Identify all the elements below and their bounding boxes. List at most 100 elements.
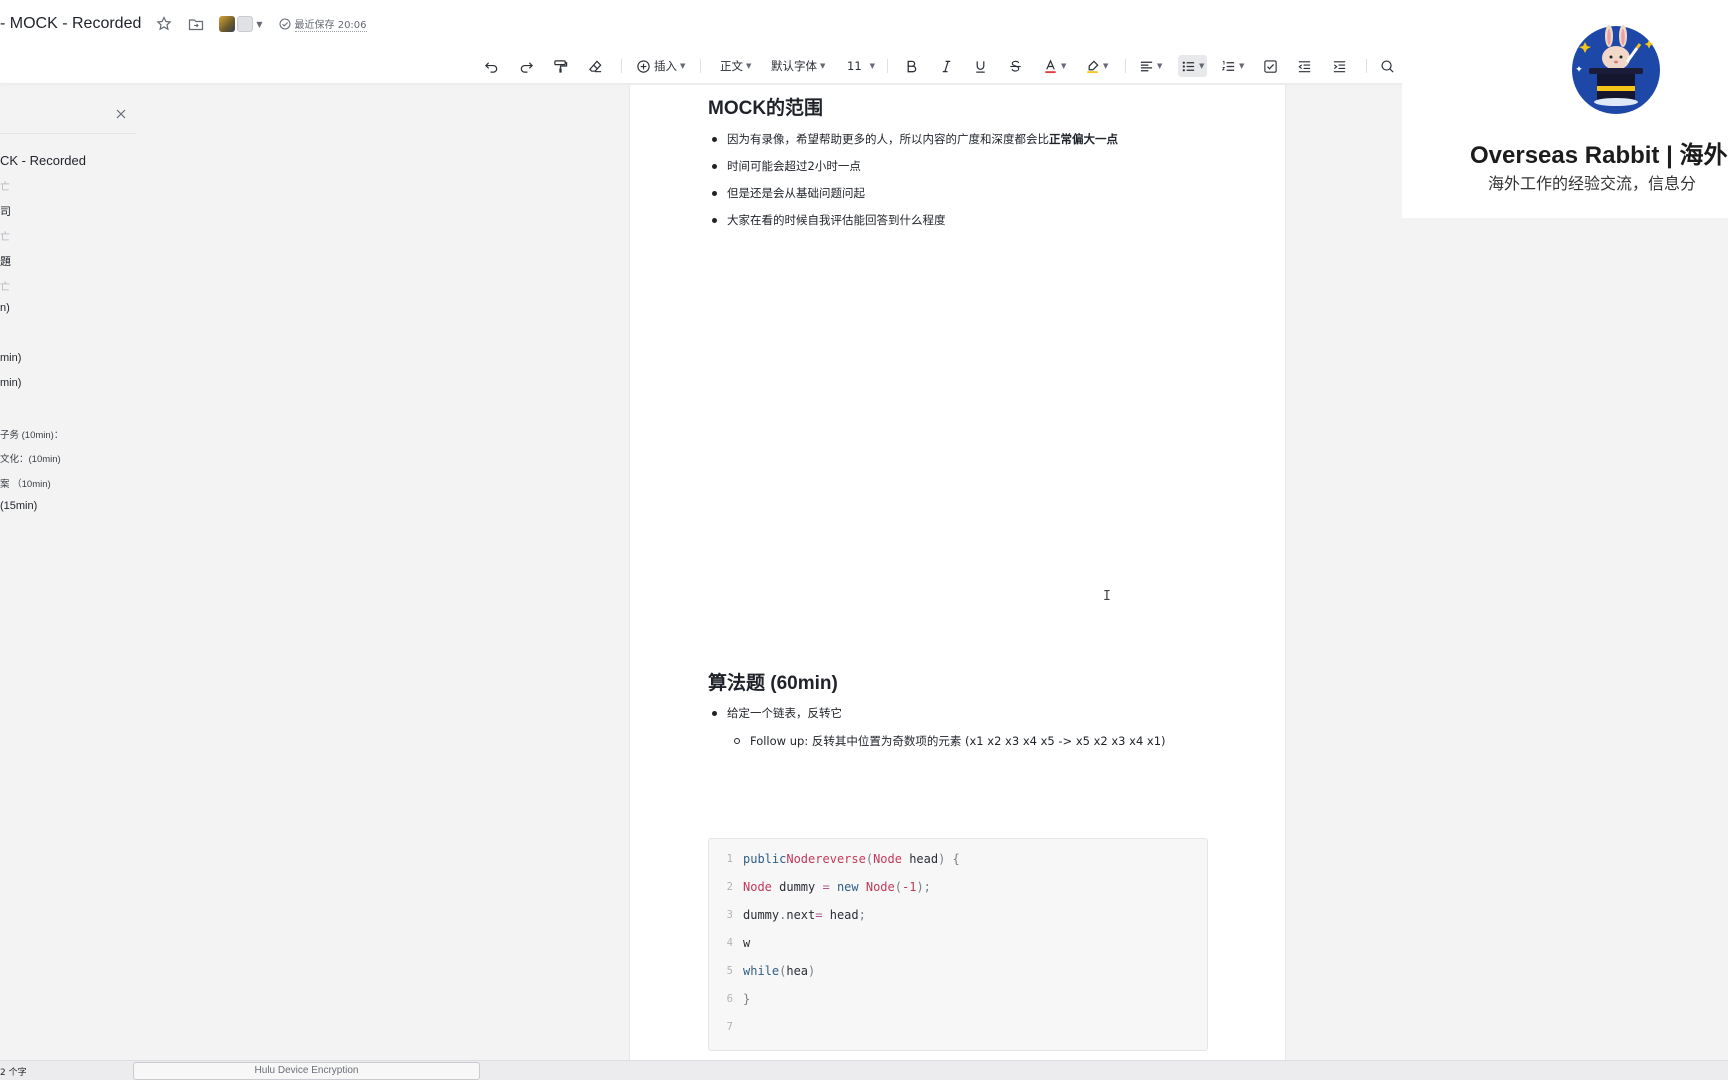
highlight-button[interactable]: ▼: [1085, 48, 1108, 84]
outdent-button[interactable]: [1297, 48, 1312, 84]
code-line: 3 dummy. next = head;: [709, 905, 866, 925]
code-token: next: [786, 908, 816, 922]
chevron-down-icon: ▼: [869, 62, 876, 70]
document-outline-panel: CK - Recorded 亡 司 亡 題 亡 n) min) min) 子务 …: [0, 85, 136, 1060]
code-token: );: [916, 880, 931, 894]
align-button[interactable]: ▼: [1139, 48, 1162, 84]
chevron-down-icon: ▼: [1239, 62, 1245, 70]
outline-item-title[interactable]: CK - Recorded: [0, 153, 86, 168]
outline-item[interactable]: 題: [0, 253, 11, 269]
document-header: - MOCK - Recorded ▼ 最近保存 20:06: [0, 0, 1402, 48]
document-title[interactable]: - MOCK - Recorded: [0, 15, 141, 33]
strikethrough-button[interactable]: [1008, 48, 1023, 84]
redo-button[interactable]: [519, 48, 534, 84]
redo-icon: [520, 61, 533, 73]
underline-button[interactable]: [973, 48, 988, 84]
collaborator-avatar-placeholder[interactable]: [237, 16, 254, 32]
code-token: =: [815, 908, 823, 922]
outline-item[interactable]: (15min): [0, 500, 37, 512]
close-icon[interactable]: [114, 107, 128, 121]
check-circle-icon: [279, 18, 291, 30]
insert-menu-button[interactable]: 插入 ▼: [636, 48, 685, 84]
code-token: hea: [786, 964, 809, 978]
code-token: head: [901, 852, 939, 866]
document-page[interactable]: MOCK的范围 因为有录像，希望帮助更多的人，所以内容的广度和深度都会比 正常偏大…: [629, 85, 1286, 1060]
outline-item[interactable]: 文化：(10min): [0, 451, 61, 465]
code-line: 6}: [709, 989, 751, 1009]
list-item: 时间可能会超过2小时一点: [708, 158, 861, 174]
list-item-text: 但是还是会从基础问题问起: [727, 186, 865, 200]
bold-button[interactable]: [904, 48, 919, 84]
chevron-down-icon: ▼: [746, 62, 752, 70]
channel-title: Overseas Rabbit | 海外: [1470, 142, 1728, 169]
bold-icon: [907, 60, 917, 72]
indent-icon: [1333, 60, 1346, 72]
align-left-icon: [1140, 61, 1153, 71]
taskbar-item-device-encryption[interactable]: Hulu Device Encryption: [133, 1062, 480, 1080]
outline-item[interactable]: 亡: [0, 178, 10, 193]
checklist-button[interactable]: [1263, 48, 1278, 84]
chevron-down-icon: ▼: [820, 62, 826, 70]
collaborator-avatar[interactable]: [219, 16, 236, 32]
outline-item[interactable]: min): [0, 352, 21, 364]
code-token: ;: [858, 908, 866, 922]
text-cursor-icon: I: [1103, 589, 1111, 604]
line-number: 7: [726, 1021, 733, 1033]
code-token: new: [829, 880, 866, 894]
highlighter-icon: [1087, 59, 1099, 73]
code-token: dummy: [743, 908, 780, 922]
code-token: ) {: [938, 852, 960, 866]
search-button[interactable]: [1380, 48, 1395, 84]
bullet-dot: [712, 710, 717, 716]
bullet-list-icon: [1182, 61, 1195, 71]
list-item-text: Follow up: 反转其中位置为奇数项的元素 (x1 x2 x3 x4 x5…: [750, 734, 1166, 748]
font-color-button[interactable]: ▼: [1043, 48, 1066, 84]
italic-button[interactable]: [939, 48, 954, 84]
outline-item[interactable]: 案 （10min): [0, 476, 51, 490]
list-item-text: 大家在看的时候自我评估能回答到什么程度: [727, 213, 946, 227]
code-token: -1: [901, 880, 917, 894]
font-size-label: 11: [847, 59, 862, 73]
move-to-folder-icon[interactable]: [187, 15, 205, 33]
numbered-list-button[interactable]: ▼: [1221, 48, 1244, 84]
chevron-down-icon[interactable]: ▼: [256, 20, 262, 29]
font-family-select[interactable]: 默认字体 ▼: [771, 48, 825, 84]
outline-item[interactable]: 司: [0, 203, 11, 219]
outline-item[interactable]: n): [0, 302, 10, 314]
font-family-label: 默认字体: [771, 59, 817, 73]
code-line: 4 w: [709, 933, 751, 953]
code-token: dummy: [771, 880, 823, 894]
star-icon[interactable]: [155, 15, 173, 33]
font-size-select[interactable]: 11 ▼: [847, 48, 875, 84]
channel-subtitle: 海外工作的经验交流，信息分: [1488, 174, 1697, 193]
list-item-bold-text: 正常偏大一点: [1049, 132, 1118, 146]
strikethrough-icon: [1010, 60, 1021, 72]
bullet-dot: [712, 190, 717, 196]
line-number: 2: [726, 881, 733, 893]
bullet-list-button[interactable]: ▼: [1178, 55, 1208, 77]
format-painter-button[interactable]: [553, 48, 568, 84]
code-token: w: [743, 936, 751, 950]
code-token: =: [822, 880, 830, 894]
outline-item[interactable]: 亡: [0, 228, 10, 243]
clear-format-button[interactable]: [588, 48, 603, 84]
section-heading: MOCK的范围: [708, 98, 824, 119]
list-item: 大家在看的时候自我评估能回答到什么程度: [708, 212, 946, 228]
chevron-down-icon: ▼: [1103, 62, 1109, 70]
list-item: 但是还是会从基础问题问起: [708, 185, 865, 201]
outline-item[interactable]: 子务 (10min)：: [0, 427, 63, 441]
paragraph-style-select[interactable]: 正文 ▼: [720, 48, 751, 84]
status-bar: 2 个字 Hulu Device Encryption: [0, 1060, 1728, 1080]
chevron-down-icon: ▼: [680, 62, 686, 70]
rabbit-magic-hat-logo: [1572, 25, 1660, 114]
outline-item[interactable]: 亡: [0, 278, 10, 293]
code-block[interactable]: 1 public Node reverse(Node head) { 2 Node…: [708, 838, 1208, 1051]
chevron-down-icon: ▼: [1157, 62, 1163, 70]
outline-item[interactable]: min): [0, 377, 21, 389]
formatting-toolbar: 插入 ▼ 正文 ▼ 默认字体 ▼ 11 ▼ ▼ ▼ ▼ ▼ ▼: [0, 48, 1402, 84]
indent-button[interactable]: [1332, 48, 1347, 84]
paragraph-style-label: 正文: [720, 59, 743, 73]
code-token: reverse: [815, 852, 866, 866]
list-item-text: 因为有录像，希望帮助更多的人，所以内容的广度和深度都会比: [727, 132, 1049, 146]
undo-button[interactable]: [484, 48, 499, 84]
